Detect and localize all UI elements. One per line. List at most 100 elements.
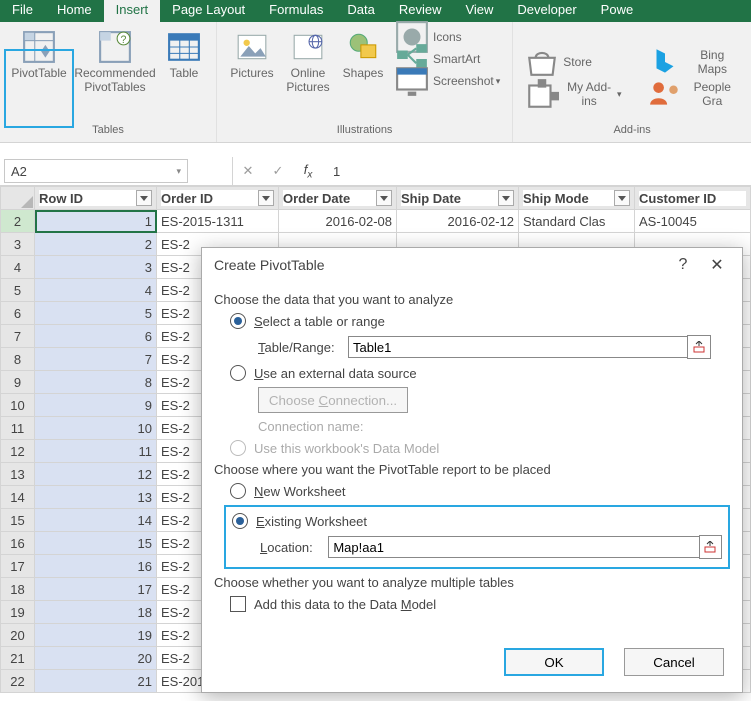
ribbon-tab-powe[interactable]: Powe <box>589 0 646 22</box>
enter-formula-button[interactable]: ✓ <box>263 163 293 179</box>
cell-rowid[interactable]: 17 <box>35 578 157 601</box>
insert-function-button[interactable]: fx <box>293 162 323 181</box>
table-range-input[interactable] <box>348 336 688 358</box>
cell-rowid[interactable]: 15 <box>35 532 157 555</box>
online-pictures-button[interactable]: Online Pictures <box>279 26 337 124</box>
cell-rowid[interactable]: 3 <box>35 256 157 279</box>
ok-button[interactable]: OK <box>504 648 604 676</box>
filter-dropdown-icon[interactable] <box>498 190 514 206</box>
location-select-button[interactable] <box>699 535 722 559</box>
cell-rowid[interactable]: 7 <box>35 348 157 371</box>
cell-rowid[interactable]: 21 <box>35 670 157 693</box>
row-header[interactable]: 16 <box>1 532 35 555</box>
row-header[interactable]: 17 <box>1 555 35 578</box>
row-header[interactable]: 7 <box>1 325 35 348</box>
store-button[interactable]: Store <box>521 51 625 73</box>
cell-rowid[interactable]: 9 <box>35 394 157 417</box>
filter-dropdown-icon[interactable] <box>258 190 274 206</box>
row-header[interactable]: 19 <box>1 601 35 624</box>
option-external-source[interactable]: Use an external data source <box>230 365 730 381</box>
cell-rowid[interactable]: 19 <box>35 624 157 647</box>
ribbon-tab-developer[interactable]: Developer <box>505 0 588 22</box>
cell-rowid[interactable]: 10 <box>35 417 157 440</box>
ribbon-tab-file[interactable]: File <box>0 0 45 22</box>
row-header[interactable]: 21 <box>1 647 35 670</box>
formula-value[interactable]: 1 <box>323 164 340 179</box>
filter-dropdown-icon[interactable] <box>376 190 392 206</box>
cell-custid[interactable]: AS-10045 <box>635 210 751 233</box>
bing-maps-button[interactable]: Bing Maps <box>644 51 743 73</box>
ribbon-tab-page-layout[interactable]: Page Layout <box>160 0 257 22</box>
pivottable-button[interactable]: PivotTable <box>8 26 70 124</box>
pictures-button[interactable]: Pictures <box>225 26 279 124</box>
column-filter-header[interactable]: Ship Mode <box>519 187 635 210</box>
option-select-table-range[interactable]: Select a table or range <box>230 313 730 329</box>
column-filter-header[interactable]: Row ID <box>35 187 157 210</box>
cell-shipmode[interactable]: Standard Clas <box>519 210 635 233</box>
cell-rowid[interactable]: 6 <box>35 325 157 348</box>
row-header[interactable]: 2 <box>1 210 35 233</box>
row-header[interactable]: 22 <box>1 670 35 693</box>
choose-connection-button[interactable]: Choose Connection... <box>258 387 408 413</box>
range-select-button[interactable] <box>687 335 711 359</box>
cell-rowid[interactable]: 20 <box>35 647 157 670</box>
ribbon-tab-insert[interactable]: Insert <box>104 0 161 22</box>
cell-rowid[interactable]: 13 <box>35 486 157 509</box>
table-button[interactable]: Table <box>160 26 208 124</box>
cell-rowid[interactable]: 2 <box>35 233 157 256</box>
cell-rowid[interactable]: 16 <box>35 555 157 578</box>
option-new-worksheet[interactable]: New Worksheet <box>230 483 730 499</box>
ribbon-tab-view[interactable]: View <box>453 0 505 22</box>
cell-rowid[interactable]: 11 <box>35 440 157 463</box>
help-button[interactable]: ? <box>666 256 700 274</box>
table-row[interactable]: 21ES-2015-13112016-02-082016-02-12Standa… <box>1 210 751 233</box>
cell-rowid[interactable]: 1 <box>35 210 157 233</box>
row-header[interactable]: 8 <box>1 348 35 371</box>
row-header[interactable]: 6 <box>1 302 35 325</box>
cancel-formula-button[interactable]: ✕ <box>233 163 263 179</box>
select-all-cell[interactable] <box>1 187 35 210</box>
column-filter-header[interactable]: Customer ID <box>635 187 751 210</box>
column-filter-header[interactable]: Ship Date <box>397 187 519 210</box>
row-header[interactable]: 10 <box>1 394 35 417</box>
row-header[interactable]: 20 <box>1 624 35 647</box>
option-existing-worksheet[interactable]: Existing Worksheet <box>232 513 722 529</box>
filter-dropdown-icon[interactable] <box>614 190 630 206</box>
cell-rowid[interactable]: 12 <box>35 463 157 486</box>
row-header[interactable]: 18 <box>1 578 35 601</box>
row-header[interactable]: 13 <box>1 463 35 486</box>
row-header[interactable]: 4 <box>1 256 35 279</box>
column-filter-header[interactable]: Order ID <box>157 187 279 210</box>
cell-rowid[interactable]: 4 <box>35 279 157 302</box>
my-addins-button[interactable]: My Add-ins ▾ <box>521 83 625 105</box>
cell-orderdate[interactable]: 2016-02-08 <box>279 210 397 233</box>
cell-shipdate[interactable]: 2016-02-12 <box>397 210 519 233</box>
ribbon-tab-review[interactable]: Review <box>387 0 454 22</box>
row-header[interactable]: 14 <box>1 486 35 509</box>
chevron-down-icon[interactable]: ▾ <box>176 166 181 177</box>
shapes-button[interactable]: Shapes <box>337 26 389 124</box>
cell-rowid[interactable]: 5 <box>35 302 157 325</box>
row-header[interactable]: 11 <box>1 417 35 440</box>
filter-dropdown-icon[interactable] <box>136 190 152 206</box>
dialog-titlebar[interactable]: Create PivotTable ? ✕ <box>202 248 742 282</box>
location-input[interactable] <box>328 536 699 558</box>
recommended-pivottables-button[interactable]: ? Recommended PivotTables <box>70 26 160 124</box>
option-add-to-model[interactable]: Add this data to the Data Model <box>230 596 730 612</box>
cancel-button[interactable]: Cancel <box>624 648 724 676</box>
screenshot-button[interactable]: Screenshot ▾ <box>391 70 504 92</box>
cell-rowid[interactable]: 14 <box>35 509 157 532</box>
name-box[interactable]: A2 ▾ <box>4 159 188 183</box>
ribbon-tab-data[interactable]: Data <box>335 0 386 22</box>
row-header[interactable]: 9 <box>1 371 35 394</box>
close-button[interactable]: ✕ <box>700 255 734 275</box>
people-graph-button[interactable]: People Gra <box>644 83 743 105</box>
cell-rowid[interactable]: 18 <box>35 601 157 624</box>
column-filter-header[interactable]: Order Date <box>279 187 397 210</box>
row-header[interactable]: 12 <box>1 440 35 463</box>
ribbon-tab-home[interactable]: Home <box>45 0 104 22</box>
cell-rowid[interactable]: 8 <box>35 371 157 394</box>
ribbon-tab-formulas[interactable]: Formulas <box>257 0 335 22</box>
cell-orderid[interactable]: ES-2015-1311 <box>157 210 279 233</box>
row-header[interactable]: 5 <box>1 279 35 302</box>
